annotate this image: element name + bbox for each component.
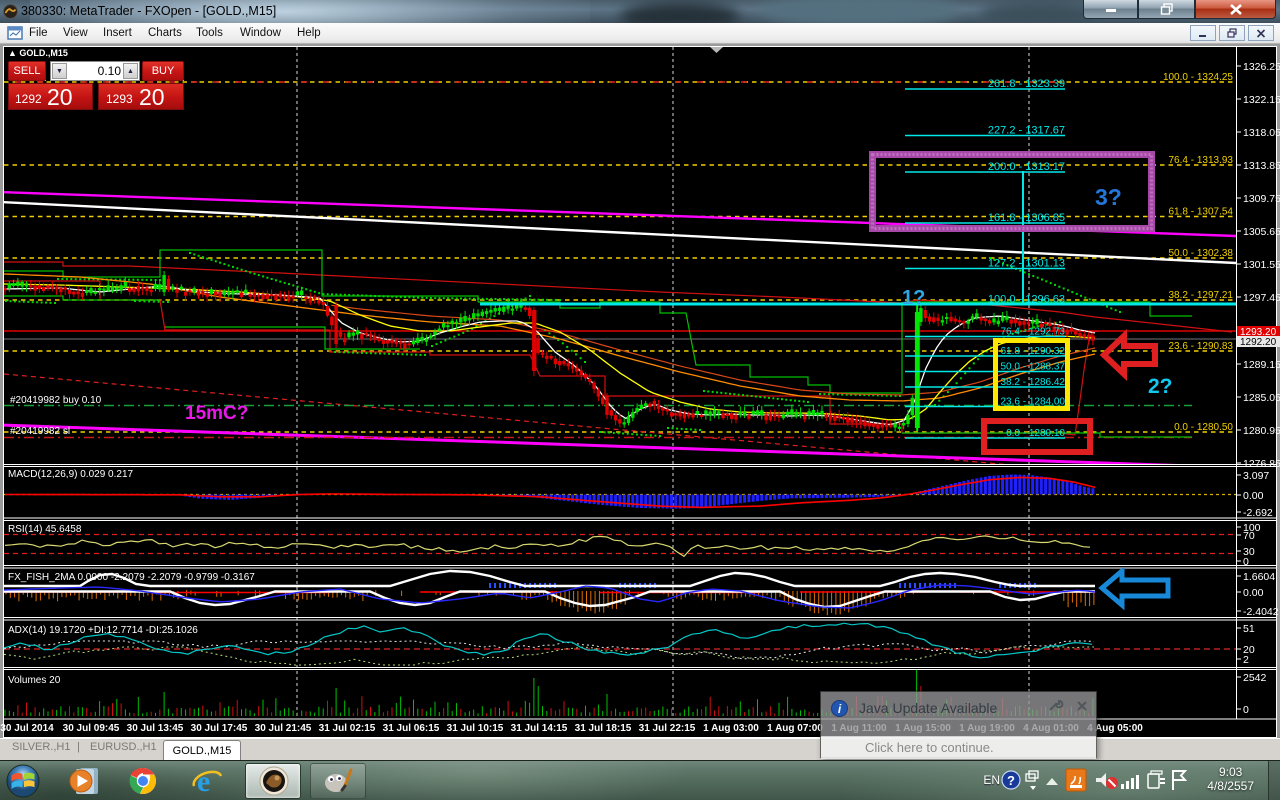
svg-text:RSI(14) 45.6458: RSI(14) 45.6458 — [8, 524, 82, 535]
svg-text:1276.85: 1276.85 — [1243, 458, 1280, 470]
svg-text:61.8 - 1290.32: 61.8 - 1290.32 — [1001, 346, 1066, 357]
svg-text:50.0 - 1288.37: 50.0 - 1288.37 — [1001, 362, 1066, 373]
svg-text:#20419982 buy 0.10: #20419982 buy 0.10 — [10, 395, 102, 406]
svg-text:1322.15: 1322.15 — [1243, 94, 1280, 106]
svg-text:MACD(12,26,9) 0.029 0.217: MACD(12,26,9) 0.029 0.217 — [8, 469, 134, 480]
svg-text:Volumes 20: Volumes 20 — [8, 675, 61, 686]
svg-text:23.6 - 1290.83: 23.6 - 1290.83 — [1169, 341, 1234, 352]
svg-text:38.2 - 1297.21: 38.2 - 1297.21 — [1169, 290, 1234, 301]
svg-text:1?: 1? — [902, 287, 925, 309]
svg-text:38.2 - 1286.42: 38.2 - 1286.42 — [1001, 377, 1066, 388]
svg-text:?: ? — [1007, 773, 1015, 788]
svg-text:1309.75: 1309.75 — [1243, 193, 1280, 205]
svg-text:61.8 - 1307.54: 61.8 - 1307.54 — [1169, 207, 1234, 218]
svg-text:1305.65: 1305.65 — [1243, 226, 1280, 238]
svg-text:0.0 - 1280.10: 0.0 - 1280.10 — [1006, 428, 1065, 439]
svg-text:1318.05: 1318.05 — [1243, 127, 1280, 139]
svg-text:15mC?: 15mC? — [185, 403, 248, 424]
svg-text:31 Jul 02:15: 31 Jul 02:15 — [319, 723, 376, 734]
svg-text:1280.95: 1280.95 — [1243, 425, 1280, 437]
svg-text:200.0 - 1313.17: 200.0 - 1313.17 — [988, 161, 1065, 173]
svg-text:#20419982 sl: #20419982 sl — [10, 426, 70, 437]
svg-text:2: 2 — [1243, 654, 1249, 666]
svg-text:-2.4042: -2.4042 — [1243, 606, 1279, 618]
svg-text:100.0 - 1324.25: 100.0 - 1324.25 — [1163, 72, 1233, 83]
svg-text:0.0 - 1280.50: 0.0 - 1280.50 — [1174, 422, 1233, 433]
svg-text:2542: 2542 — [1243, 672, 1267, 684]
svg-text:76.4 - 1313.93: 76.4 - 1313.93 — [1169, 155, 1234, 166]
svg-text:76.4 - 1292.73: 76.4 - 1292.73 — [1001, 327, 1066, 338]
svg-text:ADX(14) 19.1720 +DI:12.7714 -D: ADX(14) 19.1720 +DI:12.7714 -DI:25.1026 — [8, 625, 198, 636]
svg-text:31 Jul 10:15: 31 Jul 10:15 — [447, 723, 504, 734]
svg-text:3?: 3? — [1095, 184, 1122, 210]
svg-text:30 Jul 13:45: 30 Jul 13:45 — [127, 723, 184, 734]
svg-text:31 Jul 18:15: 31 Jul 18:15 — [575, 723, 632, 734]
svg-text:70: 70 — [1243, 530, 1255, 542]
svg-text:261.8 - 1323.39: 261.8 - 1323.39 — [988, 78, 1065, 90]
svg-text:31 Jul 06:15: 31 Jul 06:15 — [383, 723, 440, 734]
svg-text:1289.15: 1289.15 — [1243, 359, 1280, 371]
svg-text:0: 0 — [1243, 556, 1249, 568]
svg-text:50.0 - 1302.38: 50.0 - 1302.38 — [1169, 248, 1234, 259]
svg-text:1 Aug 07:00: 1 Aug 07:00 — [767, 723, 823, 734]
svg-text:1326.25: 1326.25 — [1243, 61, 1280, 73]
svg-text:0.00: 0.00 — [1243, 587, 1264, 599]
svg-text:30 Jul 17:45: 30 Jul 17:45 — [191, 723, 248, 734]
svg-text:e: e — [197, 765, 210, 798]
svg-text:31 Jul 22:15: 31 Jul 22:15 — [639, 723, 696, 734]
svg-text:1313.85: 1313.85 — [1243, 160, 1280, 172]
svg-text:1292.20: 1292.20 — [1240, 337, 1277, 348]
svg-text:23.6 - 1284.00: 23.6 - 1284.00 — [1001, 397, 1066, 408]
svg-text:161.8 - 1306.85: 161.8 - 1306.85 — [988, 212, 1065, 224]
svg-text:1285.05: 1285.05 — [1243, 392, 1280, 404]
svg-text:31 Jul 14:15: 31 Jul 14:15 — [511, 723, 568, 734]
svg-text:2?: 2? — [1148, 375, 1173, 398]
svg-text:0.00: 0.00 — [1243, 490, 1264, 502]
svg-text:227.2 - 1317.67: 227.2 - 1317.67 — [988, 125, 1065, 137]
svg-text:30 Jul 2014: 30 Jul 2014 — [0, 723, 54, 734]
svg-text:127.2 - 1301.13: 127.2 - 1301.13 — [988, 258, 1065, 270]
svg-text:100.0 - 1296.63: 100.0 - 1296.63 — [988, 294, 1065, 306]
svg-text:FX_FISH_2MA 0.0000 -2.2079 -2.: FX_FISH_2MA 0.0000 -2.2079 -2.2079 -0.97… — [8, 572, 255, 583]
svg-text:1297.45: 1297.45 — [1243, 292, 1280, 304]
svg-text:-2.692: -2.692 — [1243, 507, 1273, 519]
svg-text:51: 51 — [1243, 623, 1255, 635]
svg-text:1301.55: 1301.55 — [1243, 259, 1280, 271]
svg-text:1 Aug 03:00: 1 Aug 03:00 — [703, 723, 759, 734]
svg-text:30 Jul 21:45: 30 Jul 21:45 — [255, 723, 312, 734]
svg-text:1.6604: 1.6604 — [1243, 571, 1275, 583]
svg-text:0: 0 — [1243, 704, 1249, 716]
svg-text:3.097: 3.097 — [1243, 470, 1269, 482]
svg-text:30 Jul 09:45: 30 Jul 09:45 — [63, 723, 120, 734]
